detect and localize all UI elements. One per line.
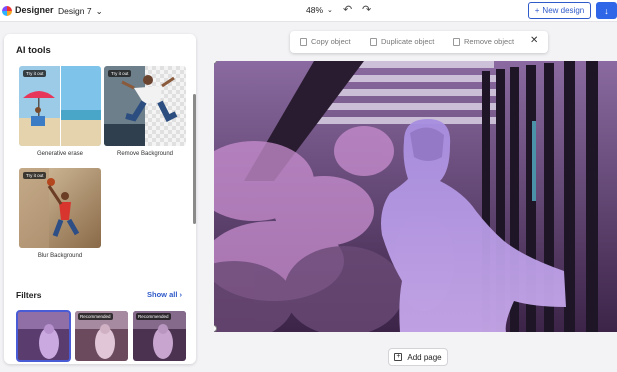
try-it-out-badge: Try it out: [23, 70, 47, 77]
filter-preview-image: [17, 311, 70, 361]
tool-blur-background[interactable]: Try it out Blur Background: [19, 168, 101, 259]
chevron-down-icon: ⌄: [95, 5, 103, 16]
duplicate-object-button[interactable]: Duplicate object: [370, 37, 434, 46]
panel-title: AI tools: [16, 45, 51, 56]
blur-background-thumbnail: Try it out: [19, 168, 101, 248]
recommended-badge: Recommended: [136, 313, 171, 320]
remove-object-button[interactable]: Remove object: [453, 37, 514, 46]
add-page-icon: +: [394, 353, 403, 361]
plus-icon: +: [534, 6, 540, 15]
filter-thumbnail[interactable]: Recommended: [133, 311, 186, 361]
design-name-dropdown[interactable]: Design 7 ⌄: [54, 3, 107, 19]
ai-tools-panel: AI tools Try it out Generative erase Try…: [4, 34, 196, 364]
tool-label: Blur Background: [37, 253, 83, 259]
remove-background-thumbnail: Try it out: [104, 66, 186, 146]
object-toolbar: Copy object Duplicate object Remove obje…: [290, 31, 548, 53]
chevron-down-icon: ⌄: [327, 7, 333, 14]
tool-generative-erase[interactable]: Try it out Generative erase: [19, 66, 101, 157]
tool-label: Remove Background: [116, 151, 174, 157]
filter-thumbnail[interactable]: Recommended: [75, 311, 128, 361]
basketball-kid-image: [19, 168, 101, 248]
show-all-label: Show all: [147, 290, 178, 299]
duplicate-object-label: Duplicate object: [381, 37, 435, 46]
jumping-man-image: [104, 66, 186, 146]
zoom-level: 48%: [306, 5, 324, 15]
new-design-button[interactable]: + New design: [528, 2, 591, 19]
top-bar: Designer Design 7 ⌄ 48% ⌄ ↶ ↷ + New desi…: [0, 0, 617, 22]
panel-scrollbar[interactable]: [193, 94, 196, 224]
redo-icon[interactable]: ↷: [362, 3, 371, 16]
app-name: Designer: [15, 5, 54, 15]
close-icon[interactable]: ✕: [530, 35, 538, 46]
new-design-label: New design: [542, 6, 585, 15]
remove-object-label: Remove object: [464, 37, 515, 46]
try-it-out-badge: Try it out: [23, 172, 47, 179]
zoom-dropdown[interactable]: 48% ⌄: [306, 5, 333, 15]
tool-remove-background[interactable]: Try it out Remove Background: [104, 66, 186, 157]
download-icon: ↓: [604, 5, 609, 16]
canvas-photo[interactable]: [214, 61, 617, 332]
download-button[interactable]: ↓: [596, 2, 617, 19]
filter-thumbnail[interactable]: [16, 310, 71, 362]
add-page-button[interactable]: + Add page: [388, 348, 448, 366]
generative-erase-thumbnail: Try it out: [19, 66, 101, 146]
design-name: Design 7: [58, 6, 92, 16]
try-it-out-badge: Try it out: [108, 70, 132, 77]
design-canvas[interactable]: [214, 61, 617, 332]
copy-icon: [300, 37, 307, 46]
duplicate-icon: [370, 37, 377, 46]
undo-icon[interactable]: ↶: [343, 3, 352, 16]
filters-title: Filters: [16, 290, 42, 300]
chevron-right-icon: ›: [179, 290, 183, 299]
add-page-label: Add page: [407, 352, 442, 362]
copy-object-button[interactable]: Copy object: [300, 37, 351, 46]
tool-label: Generative erase: [36, 151, 84, 157]
show-all-link[interactable]: Show all ›: [147, 290, 182, 299]
copy-object-label: Copy object: [311, 37, 351, 46]
designer-logo-icon: [2, 6, 12, 16]
trash-icon: [453, 37, 460, 46]
recommended-badge: Recommended: [78, 313, 113, 320]
beach-image: [19, 66, 101, 146]
